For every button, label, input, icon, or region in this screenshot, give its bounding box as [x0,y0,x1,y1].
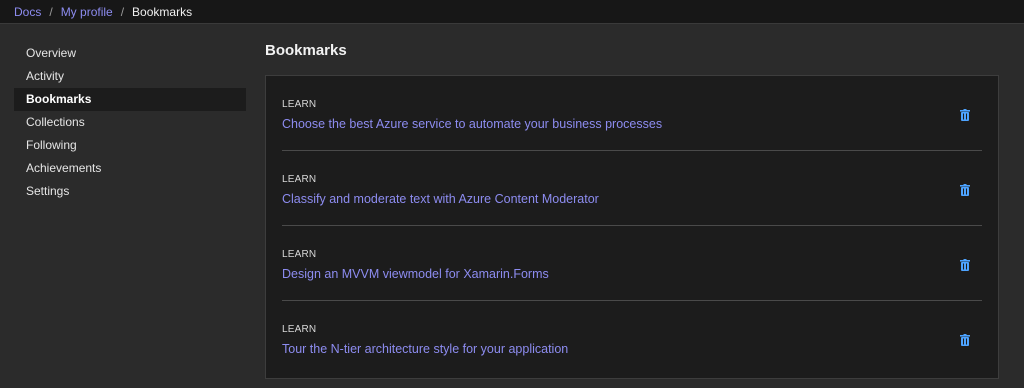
sidebar-item-bookmarks[interactable]: Bookmarks [14,88,246,111]
bookmark-title-link[interactable]: Design an MVVM viewmodel for Xamarin.For… [282,267,549,281]
trash-icon[interactable] [958,258,972,272]
bookmark-item: LEARN Classify and moderate text with Az… [282,151,982,226]
trash-icon[interactable] [958,333,972,347]
bookmark-item: LEARN Tour the N-tier architecture style… [282,301,982,376]
breadcrumb-link-my-profile[interactable]: My profile [61,5,113,19]
bookmark-item: LEARN Choose the best Azure service to a… [282,76,982,151]
breadcrumb-separator: / [49,4,53,19]
trash-icon[interactable] [958,108,972,122]
sidebar-nav: Overview Activity Bookmarks Collections … [14,42,246,203]
page-title: Bookmarks [265,42,347,59]
bookmark-category: LEARN [282,99,317,110]
bookmarks-list: LEARN Choose the best Azure service to a… [265,75,999,379]
bookmark-category: LEARN [282,324,317,335]
trash-icon[interactable] [958,183,972,197]
bookmark-title-link[interactable]: Classify and moderate text with Azure Co… [282,192,599,206]
sidebar-item-collections[interactable]: Collections [14,111,246,134]
breadcrumb: Docs / My profile / Bookmarks [0,0,1024,24]
sidebar-item-achievements[interactable]: Achievements [14,157,246,180]
sidebar-item-following[interactable]: Following [14,134,246,157]
sidebar-item-overview[interactable]: Overview [14,42,246,65]
bookmark-category: LEARN [282,174,317,185]
sidebar-item-activity[interactable]: Activity [14,65,246,88]
breadcrumb-current: Bookmarks [132,4,193,19]
bookmark-item: LEARN Design an MVVM viewmodel for Xamar… [282,226,982,301]
bookmark-title-link[interactable]: Tour the N-tier architecture style for y… [282,342,568,356]
breadcrumb-separator: / [120,4,125,19]
bookmark-title-link[interactable]: Choose the best Azure service to automat… [282,117,662,131]
breadcrumb-link-docs[interactable]: Docs [14,5,41,19]
sidebar-item-settings[interactable]: Settings [14,180,246,203]
bookmark-category: LEARN [282,249,317,260]
